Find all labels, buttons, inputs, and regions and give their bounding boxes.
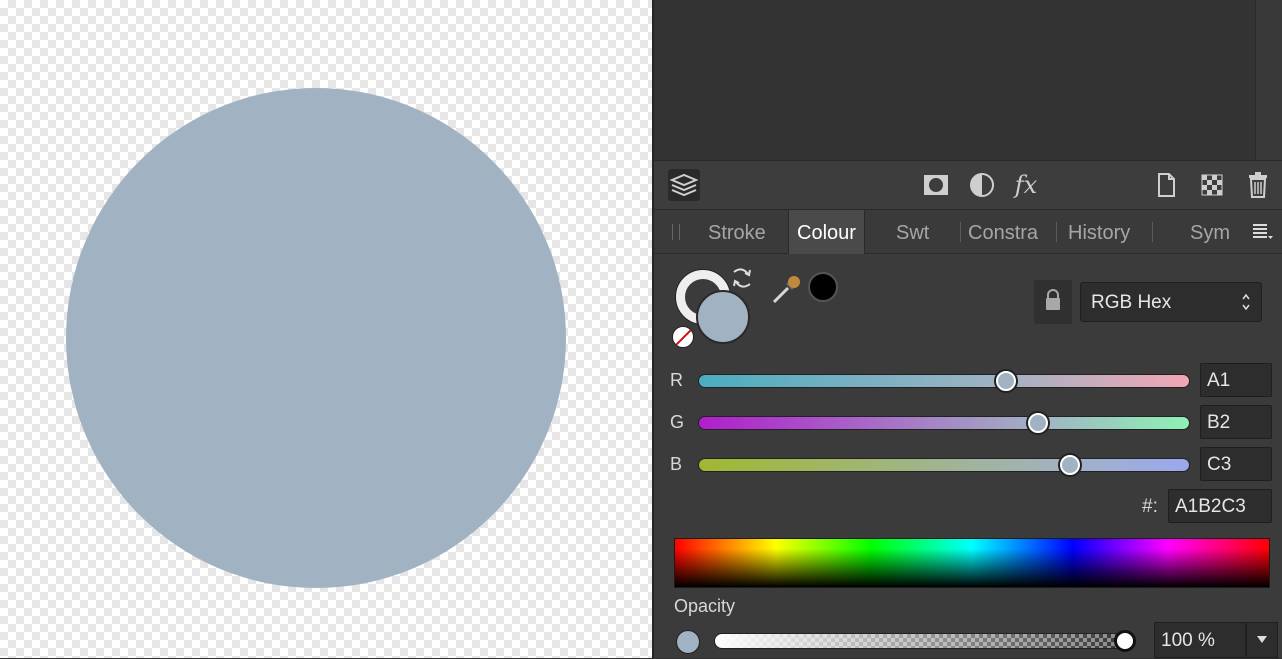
- eyedropper-icon[interactable]: [770, 272, 804, 311]
- layers-toolbar: fx: [654, 160, 1282, 210]
- opacity-dropdown-button[interactable]: [1246, 622, 1278, 658]
- green-slider[interactable]: [698, 416, 1190, 430]
- opacity-swatch: [676, 630, 700, 654]
- colour-spectrum[interactable]: [674, 538, 1270, 588]
- swap-colours-icon[interactable]: [728, 264, 756, 297]
- tab-constraints[interactable]: Constra: [968, 210, 1038, 254]
- green-label: G: [670, 412, 685, 432]
- no-colour-icon[interactable]: [672, 326, 694, 348]
- panel-tabs: Stroke Colour Swt Constra History Sym: [654, 210, 1282, 254]
- trash-icon[interactable]: [1242, 169, 1274, 201]
- red-value-field[interactable]: A1: [1200, 363, 1272, 397]
- layers-icon[interactable]: [668, 169, 700, 201]
- picked-colour-swatch[interactable]: [808, 272, 838, 302]
- tab-grip-icon[interactable]: [672, 224, 680, 240]
- opacity-value-field[interactable]: 100 %: [1154, 622, 1246, 658]
- layers-scrollbar[interactable]: [1255, 0, 1282, 160]
- new-document-icon[interactable]: [1150, 169, 1182, 201]
- opacity-label: Opacity: [674, 596, 736, 616]
- canvas[interactable]: [0, 0, 652, 658]
- tab-stroke[interactable]: Stroke: [708, 210, 766, 254]
- fx-icon[interactable]: fx: [1010, 169, 1042, 201]
- tab-swatches[interactable]: Swt: [896, 210, 929, 254]
- ellipse-shape[interactable]: [66, 88, 566, 588]
- right-panel: fx Stroke Colour Swt Constra History Sym: [652, 0, 1282, 658]
- opacity-slider[interactable]: [714, 633, 1132, 649]
- hex-value-field[interactable]: A1B2C3: [1168, 489, 1272, 523]
- blue-value-field[interactable]: C3: [1200, 447, 1272, 481]
- green-value-field[interactable]: B2: [1200, 405, 1272, 439]
- tab-symbols[interactable]: Sym: [1190, 210, 1230, 254]
- blue-slider-knob[interactable]: [1060, 455, 1080, 475]
- blue-label: B: [670, 454, 683, 474]
- tab-colour[interactable]: Colour: [788, 210, 865, 254]
- adjustment-icon[interactable]: [966, 169, 998, 201]
- colour-model-select[interactable]: RGB Hex: [1080, 282, 1262, 322]
- tab-history[interactable]: History: [1068, 210, 1130, 254]
- colour-model-value: RGB Hex: [1091, 292, 1172, 313]
- panel-menu-icon[interactable]: [1252, 222, 1274, 247]
- lock-button[interactable]: [1034, 280, 1072, 324]
- updown-chevron-icon: [1241, 290, 1251, 319]
- red-slider-knob[interactable]: [996, 371, 1016, 391]
- checker-icon[interactable]: [1196, 169, 1228, 201]
- green-slider-knob[interactable]: [1028, 413, 1048, 433]
- red-slider[interactable]: [698, 374, 1190, 388]
- opacity-slider-knob[interactable]: [1114, 630, 1136, 652]
- layers-area: [654, 0, 1282, 160]
- triangle-down-icon: [1256, 631, 1268, 649]
- red-label: R: [670, 370, 683, 390]
- blue-slider[interactable]: [698, 458, 1190, 472]
- lock-icon: [1044, 288, 1062, 317]
- fill-well[interactable]: [696, 290, 750, 344]
- hex-label: #:: [1142, 496, 1158, 517]
- mask-icon[interactable]: [920, 169, 952, 201]
